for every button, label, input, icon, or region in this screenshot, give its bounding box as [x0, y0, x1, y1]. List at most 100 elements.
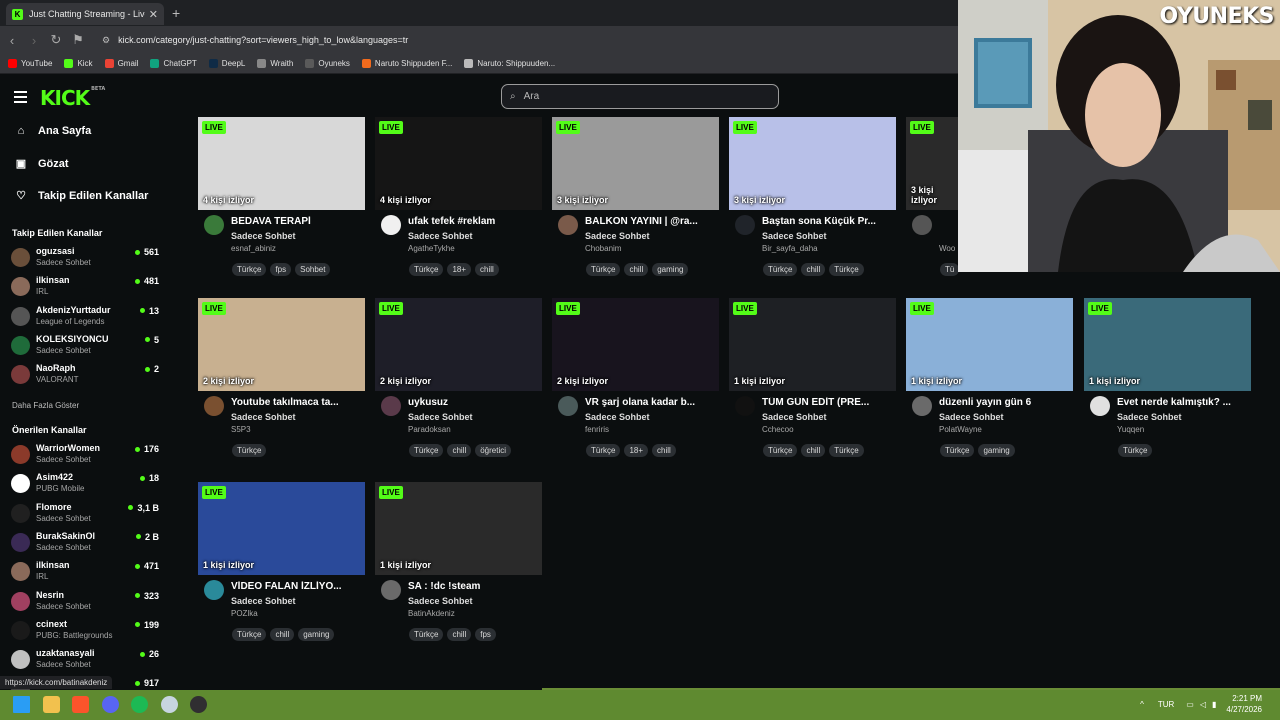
- bookmark-item[interactable]: Oyuneks: [305, 59, 350, 68]
- streamer-name[interactable]: Yuqqen: [1117, 425, 1144, 434]
- bookmark-item[interactable]: Kick: [64, 59, 93, 68]
- stream-thumbnail[interactable]: LIVE 1 kişi izliyor: [375, 482, 542, 575]
- tag-chip[interactable]: gaming: [298, 628, 335, 641]
- spotify-icon[interactable]: [131, 696, 148, 713]
- stream-thumbnail[interactable]: LIVE 1 kişi izliyor: [906, 298, 1073, 391]
- stream-thumbnail[interactable]: LIVE 4 kişi izliyor: [375, 117, 542, 210]
- streamer-name[interactable]: PolatWayne: [939, 425, 982, 434]
- bookmark-item[interactable]: Wraith: [257, 59, 293, 68]
- stream-thumbnail[interactable]: LIVE 1 kişi izliyor: [198, 482, 365, 575]
- bookmark-item[interactable]: Naruto Shippuden F...: [361, 59, 452, 68]
- bookmark-item[interactable]: YouTube: [8, 59, 52, 68]
- channel-avatar[interactable]: [558, 396, 578, 416]
- streamer-name[interactable]: Cchecoo: [762, 425, 794, 434]
- reload-icon[interactable]: ↻: [46, 32, 66, 48]
- windows-icon[interactable]: [13, 696, 30, 713]
- channel-avatar[interactable]: [912, 396, 932, 416]
- stream-title[interactable]: BEDAVA TERAPİ: [231, 216, 365, 227]
- tag-chip[interactable]: Türkçe: [232, 444, 267, 457]
- steam-icon[interactable]: [160, 696, 178, 713]
- brave-icon[interactable]: [72, 696, 89, 713]
- sidebar-nav-item[interactable]: ▣ Gözat: [14, 157, 69, 171]
- channel-avatar[interactable]: [381, 396, 401, 416]
- back-icon[interactable]: ‹: [2, 33, 22, 48]
- stream-title[interactable]: VİDEO FALAN İZLİYO...: [231, 581, 365, 592]
- tag-chip[interactable]: Türkçe: [1118, 444, 1153, 457]
- tag-chip[interactable]: gaming: [978, 444, 1015, 457]
- tag-chip[interactable]: chill: [475, 263, 499, 276]
- bookmark-icon[interactable]: ⚑: [68, 32, 88, 48]
- stream-thumbnail[interactable]: LIVE 1 kişi izliyor: [729, 298, 896, 391]
- volume-icon[interactable]: ◁: [1200, 700, 1206, 709]
- tag-chip[interactable]: Türkçe: [409, 263, 444, 276]
- stream-title[interactable]: BALKON YAYINI | @ra...: [585, 216, 719, 227]
- streamer-name[interactable]: BatinAkdeniz: [408, 609, 455, 618]
- channel-row[interactable]: BurakSakinOl Sadece Sohbet 2 B: [11, 529, 159, 555]
- tag-chip[interactable]: gaming: [652, 263, 689, 276]
- stream-thumbnail[interactable]: LIVE 2 kişi izliyor: [552, 298, 719, 391]
- stream-title[interactable]: düzenli yayın gün 6: [939, 397, 1073, 408]
- stream-category[interactable]: Sadece Sohbet: [1117, 412, 1182, 422]
- stream-title[interactable]: ufak tefek #reklam: [408, 216, 542, 227]
- stream-title[interactable]: TÜM GÜN EDİT (PRE...: [762, 397, 896, 408]
- streamer-name[interactable]: POZlka: [231, 609, 258, 618]
- kick-logo[interactable]: KICK BETA: [40, 86, 105, 110]
- tag-chip[interactable]: Türkçe: [586, 444, 621, 457]
- streamer-name[interactable]: Paradoksan: [408, 425, 451, 434]
- search-input[interactable]: ⌕ Ara: [501, 84, 779, 109]
- tag-chip[interactable]: Sohbet: [295, 263, 331, 276]
- site-info-icon[interactable]: ⚙: [102, 35, 110, 46]
- tag-chip[interactable]: chill: [270, 628, 295, 641]
- stream-category[interactable]: Sadece Sohbet: [762, 231, 827, 241]
- stream-category[interactable]: Sadece Sohbet: [585, 231, 650, 241]
- channel-row[interactable]: uzaktanasyali Sadece Sohbet 26: [11, 646, 159, 672]
- stream-title[interactable]: SA : !dc !steam: [408, 581, 542, 592]
- tag-chip[interactable]: öğretici: [475, 444, 512, 457]
- stream-card[interactable]: LIVE 2 kişi izliyor uykusuz Sadece Sohbet Pa…: [375, 298, 542, 466]
- forward-icon[interactable]: ›: [24, 33, 44, 48]
- tag-chip[interactable]: 18+: [624, 444, 649, 457]
- new-tab-icon[interactable]: +: [172, 5, 180, 21]
- stream-category[interactable]: Sadece Sohbet: [408, 412, 473, 422]
- stream-category[interactable]: Sadece Sohbet: [231, 596, 296, 606]
- channel-avatar[interactable]: [204, 215, 224, 235]
- stream-card[interactable]: LIVE 1 kişi izliyor düzenli yayın gün 6 Sad…: [906, 298, 1073, 466]
- streamer-name[interactable]: Woo: [939, 244, 955, 253]
- tag-chip[interactable]: chill: [652, 444, 676, 457]
- channel-row[interactable]: WarriorWomen Sadece Sohbet 176: [11, 441, 159, 467]
- url-field[interactable]: ⚙ kick.com/category/just-chatting?sort=v…: [102, 35, 408, 46]
- browser-tab[interactable]: K Just Chatting Streaming - Live S ✕: [6, 3, 164, 25]
- stream-thumbnail[interactable]: LIVE 3 kişi izliyor: [729, 117, 896, 210]
- stream-thumbnail[interactable]: LIVE 1 kişi izliyor: [1084, 298, 1251, 391]
- tag-chip[interactable]: chill: [801, 263, 826, 276]
- channel-avatar[interactable]: [204, 396, 224, 416]
- stream-title[interactable]: uykusuz: [408, 397, 542, 408]
- channel-avatar[interactable]: [912, 215, 932, 235]
- tag-chip[interactable]: Türkçe: [829, 263, 864, 276]
- stream-card[interactable]: LIVE 2 kişi izliyor Youtube takılmaca ta..…: [198, 298, 365, 466]
- streamer-name[interactable]: S5P3: [231, 425, 251, 434]
- channel-row[interactable]: KOLEKSIYONCU Sadece Sohbet 5: [11, 332, 159, 358]
- stream-thumbnail[interactable]: LIVE 4 kişi izliyor: [198, 117, 365, 210]
- tag-chip[interactable]: Türkçe: [409, 628, 444, 641]
- bookmark-item[interactable]: Gmail: [104, 59, 138, 68]
- channel-avatar[interactable]: [381, 215, 401, 235]
- channel-row[interactable]: oguzsasi Sadece Sohbet 561: [11, 244, 159, 270]
- stream-thumbnail[interactable]: LIVE 2 kişi izliyor: [375, 298, 542, 391]
- tag-chip[interactable]: chill: [624, 263, 649, 276]
- bookmark-item[interactable]: ChatGPT: [150, 59, 197, 68]
- channel-row[interactable]: Asim422 PUBG Mobile 18: [11, 470, 159, 496]
- bookmark-item[interactable]: DeepL: [208, 59, 245, 68]
- tag-chip[interactable]: chill: [447, 444, 472, 457]
- tag-chip[interactable]: Türkçe: [586, 263, 621, 276]
- stream-title[interactable]: Baştan sona Küçük Pr...: [762, 216, 896, 227]
- tag-chip[interactable]: Türkçe: [829, 444, 864, 457]
- show-more-link[interactable]: Daha Fazla Göster: [12, 401, 79, 410]
- streamer-name[interactable]: fenriris: [585, 425, 609, 434]
- stream-category[interactable]: Sadece Sohbet: [762, 412, 827, 422]
- channel-avatar[interactable]: [735, 215, 755, 235]
- stream-card[interactable]: LIVE 1 kişi izliyor TÜM GÜN EDİT (PRE... Sa…: [729, 298, 896, 466]
- stream-card[interactable]: LIVE 2 kişi izliyor VR şarj olana kadar b.…: [552, 298, 719, 466]
- menu-icon[interactable]: [14, 91, 27, 106]
- language-indicator[interactable]: TUR: [1158, 700, 1174, 709]
